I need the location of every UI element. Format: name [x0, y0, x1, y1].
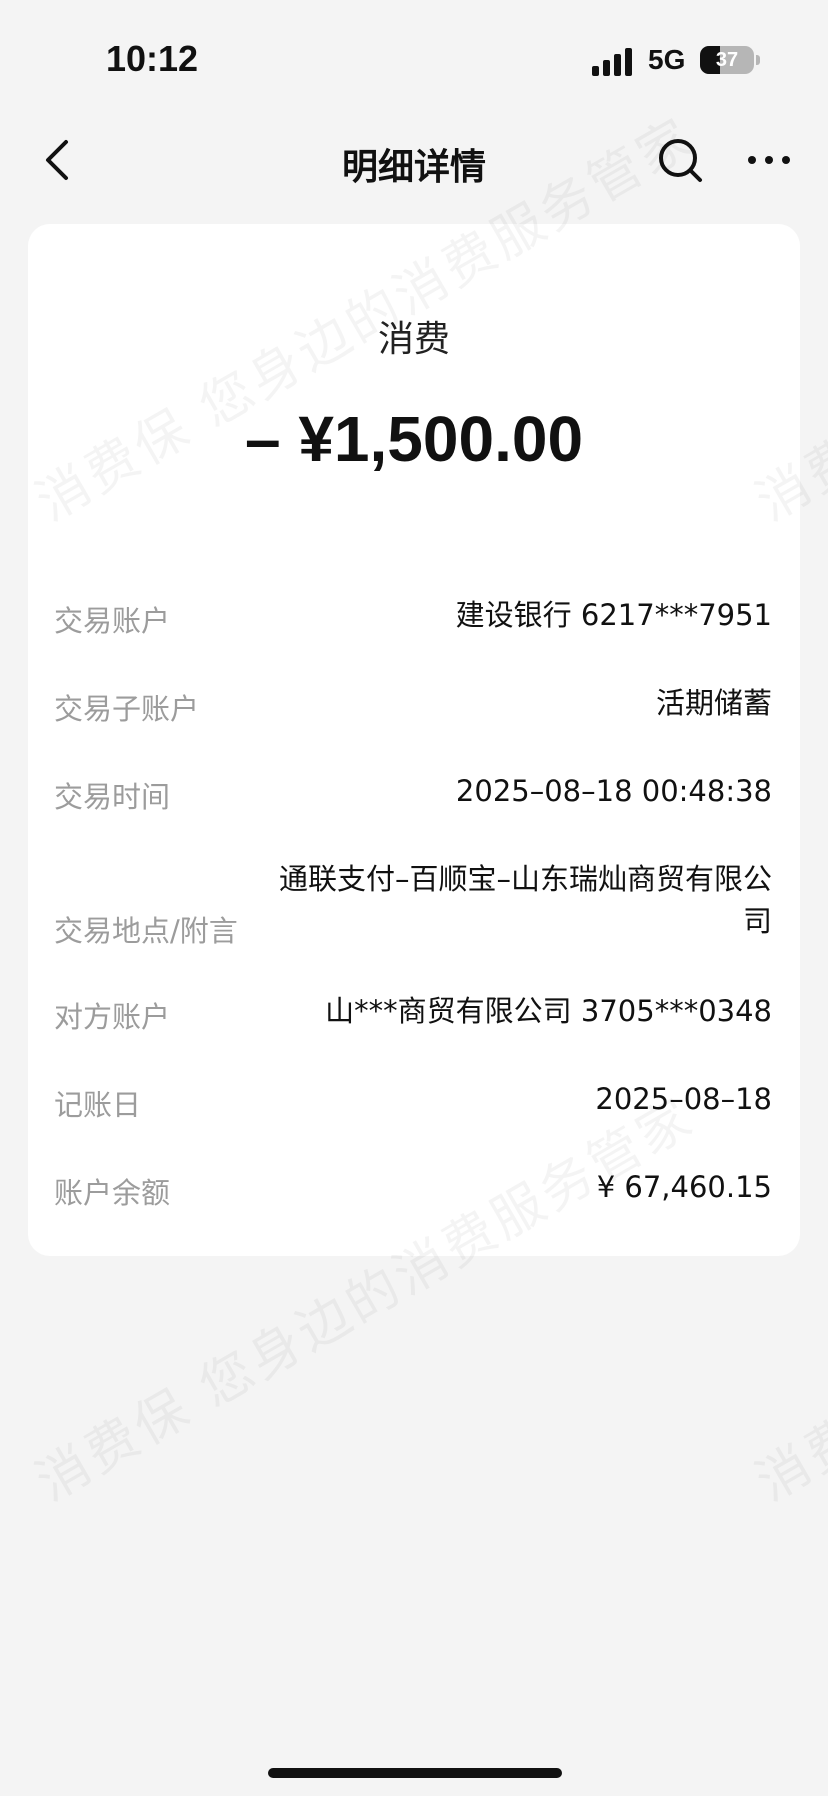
detail-value: 建设银行 6217***7951 [455, 598, 772, 632]
detail-label: 交易地点/附言 [54, 914, 238, 948]
transaction-card: 消费 – ¥1,500.00 交易账户 建设银行 6217***7951 交易子… [28, 224, 800, 1256]
search-icon [659, 139, 702, 182]
detail-value: ¥ 67,460.15 [596, 1170, 772, 1204]
detail-value: 2025–08–18 00:48:38 [455, 774, 772, 808]
transaction-detail-page: 10:12 5G 37 明细详情 消费 – ¥1,500.00 交易账户 建设银… [0, 0, 828, 1796]
detail-label: 交易账户 [54, 604, 171, 638]
detail-value: 山***商贸有限公司 3705***0348 [325, 994, 772, 1028]
battery-percent: 37 [715, 49, 739, 71]
search-button[interactable] [656, 136, 706, 186]
detail-value: 2025–08–18 [595, 1082, 772, 1116]
home-indicator[interactable] [268, 1768, 562, 1778]
status-time: 10:12 [106, 38, 199, 79]
detail-label: 交易子账户 [54, 692, 200, 726]
battery-cap [756, 55, 760, 65]
detail-label: 记账日 [54, 1088, 142, 1122]
cellular-signal-icon [592, 46, 636, 76]
battery-icon: 37 [700, 46, 754, 74]
status-bar: 10:12 5G 37 [0, 0, 828, 110]
more-horizontal-icon [748, 156, 790, 164]
detail-label: 对方账户 [54, 1000, 171, 1034]
transaction-amount: – ¥1,500.00 [244, 403, 584, 475]
transaction-type: 消费 [377, 319, 450, 360]
nav-bar: 明细详情 [0, 110, 828, 210]
more-button[interactable] [744, 136, 794, 186]
detail-label: 交易时间 [54, 780, 171, 814]
detail-value: 活期储蓄 [655, 686, 772, 720]
detail-label: 账户余额 [54, 1176, 171, 1210]
network-type: 5G [648, 44, 686, 75]
detail-value: 通联支付–百顺宝–山东瑞灿商贸有限公司 [278, 862, 772, 938]
